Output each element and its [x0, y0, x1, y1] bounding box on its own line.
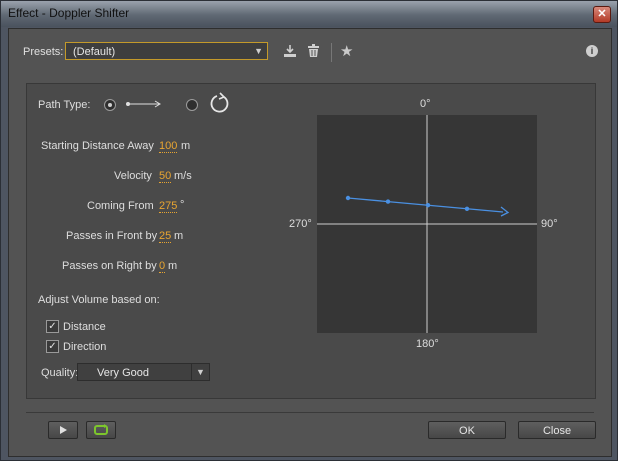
- source-path-line: [347, 197, 504, 213]
- footer-divider: [26, 412, 594, 413]
- path-type-linear-radio[interactable]: [104, 99, 116, 111]
- loop-icon: [94, 424, 108, 435]
- path-plot[interactable]: [317, 115, 537, 333]
- coming-from-unit: °: [180, 199, 185, 211]
- quality-label: Quality:: [41, 367, 79, 379]
- settings-panel: Path Type: Starting Distance Away 100 m …: [26, 83, 596, 399]
- passes-right-unit: m: [168, 260, 178, 272]
- coming-from-label: Coming From: [87, 200, 154, 212]
- straight-arrow-icon: [125, 98, 163, 113]
- ok-button[interactable]: OK: [428, 421, 506, 439]
- dialog-body: Presets: (Default) ▼ ★ i Path Type: Star…: [8, 28, 612, 457]
- coming-from-value[interactable]: 275: [159, 200, 178, 213]
- adjust-volume-label: Adjust Volume based on:: [38, 294, 160, 306]
- passes-front-value[interactable]: 25: [159, 230, 172, 243]
- distance-checkbox-label: Distance: [63, 321, 106, 333]
- starting-distance-value[interactable]: 100: [159, 140, 178, 153]
- close-button[interactable]: Close: [518, 421, 596, 439]
- quality-dropdown[interactable]: Very Good ▼: [77, 363, 210, 381]
- path-type-label: Path Type:: [38, 99, 91, 111]
- velocity-value[interactable]: 50: [159, 170, 172, 183]
- velocity-label: Velocity: [114, 170, 152, 182]
- effect-window: Effect - Doppler Shifter ✕ Presets: (Def…: [0, 0, 618, 461]
- presets-dropdown[interactable]: (Default) ▼: [65, 42, 268, 60]
- presets-value: (Default): [73, 46, 116, 58]
- distance-checkbox[interactable]: ✓: [46, 320, 59, 333]
- info-icon[interactable]: i: [586, 45, 598, 57]
- plot-label-top: 0°: [420, 98, 431, 110]
- plot-label-bottom: 180°: [416, 338, 439, 350]
- direction-checkbox[interactable]: ✓: [46, 340, 59, 353]
- play-icon: [60, 426, 67, 434]
- passes-right-label: Passes on Right by: [62, 260, 157, 272]
- toolbar-divider: [331, 43, 332, 62]
- chevron-down-icon: ▼: [191, 364, 209, 380]
- passes-right-value[interactable]: 0: [159, 260, 166, 273]
- quality-value: Very Good: [97, 367, 149, 379]
- presets-label: Presets:: [23, 46, 64, 58]
- path-type-circular-radio[interactable]: [186, 99, 198, 111]
- title-bar: Effect - Doppler Shifter ✕: [1, 1, 617, 27]
- direction-checkbox-label: Direction: [63, 341, 107, 353]
- save-preset-icon[interactable]: [283, 44, 297, 61]
- passes-front-unit: m: [174, 230, 184, 242]
- chevron-down-icon: ▼: [254, 46, 263, 56]
- starting-distance-unit: m: [181, 140, 191, 152]
- trash-icon[interactable]: [307, 44, 320, 61]
- plot-label-left: 270°: [289, 218, 312, 230]
- play-button[interactable]: [48, 421, 78, 439]
- presets-bar: Presets: (Default) ▼ ★ i: [9, 29, 611, 77]
- path-point: [425, 203, 431, 208]
- passes-front-label: Passes in Front by: [66, 230, 158, 242]
- path-point: [345, 195, 351, 201]
- path-point: [385, 199, 391, 204]
- loop-button[interactable]: [86, 421, 116, 439]
- circular-arrow-icon: [208, 92, 232, 119]
- starting-distance-label: Starting Distance Away: [41, 140, 154, 152]
- path-plot-svg: [317, 115, 537, 333]
- velocity-unit: m/s: [174, 170, 192, 182]
- window-title: Effect - Doppler Shifter: [8, 6, 130, 20]
- star-icon[interactable]: ★: [340, 42, 353, 60]
- plot-label-right: 90°: [541, 218, 558, 230]
- path-point: [464, 206, 470, 211]
- window-close-button[interactable]: ✕: [593, 6, 611, 23]
